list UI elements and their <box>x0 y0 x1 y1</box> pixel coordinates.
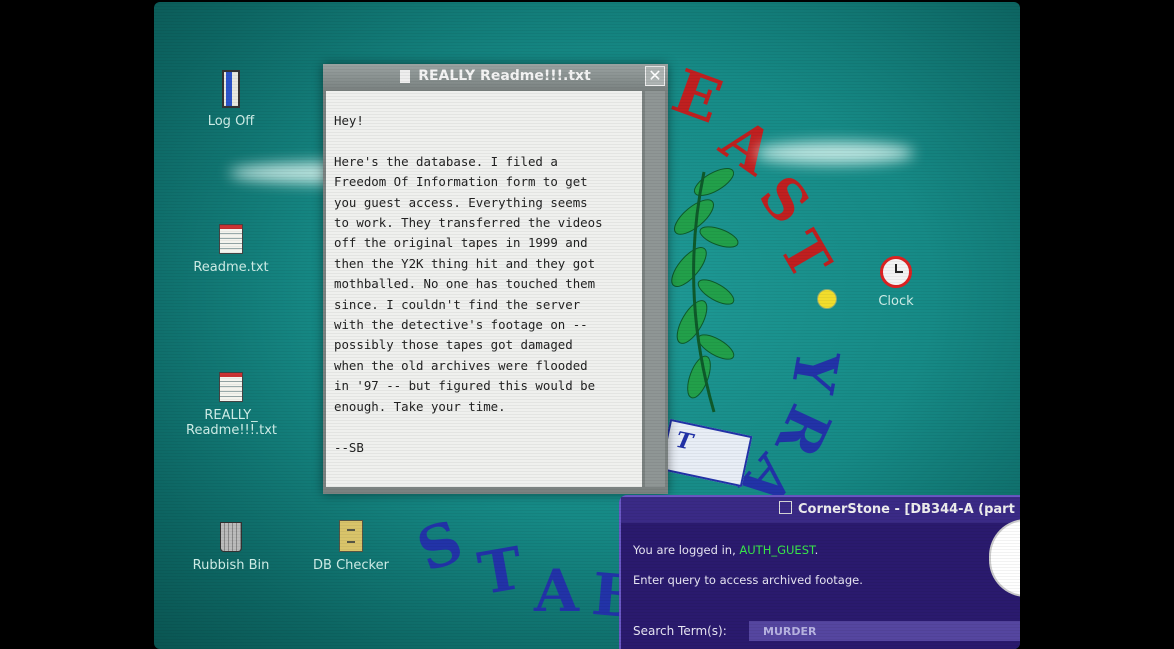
desktop-icon-label-line2: Readme!!!.txt <box>186 423 277 438</box>
cornerstone-title: CornerStone - [DB344-A (part <box>798 502 1015 517</box>
notepad-icon <box>219 372 243 402</box>
login-status: You are logged in, AUTH_GUEST. <box>633 543 818 557</box>
desktop-icon-log-off[interactable]: Log Off <box>186 70 276 129</box>
desktop-icon-label: REALLY_ <box>204 408 258 423</box>
readme-title: REALLY Readme!!!.txt <box>418 68 591 84</box>
clock-icon <box>880 256 912 288</box>
login-suffix: . <box>814 543 819 557</box>
desktop-icon-label: Clock <box>878 294 914 309</box>
readme-text: Hey! Here's the database. I filed a Free… <box>326 91 642 487</box>
readme-window[interactable]: REALLY Readme!!!.txt ✕ Hey! Here's the d… <box>323 64 668 494</box>
desktop-icon-rubbish-bin[interactable]: Rubbish Bin <box>186 522 276 573</box>
agency-logo <box>989 519 1020 597</box>
seal-letter-t2: T <box>473 533 528 609</box>
yellow-dot <box>817 289 837 309</box>
seal-ribbon-text: T <box>673 426 695 456</box>
search-label: Search Term(s): <box>633 624 727 638</box>
seal-letter-a3: A <box>534 557 580 625</box>
seal-letter-y: Y <box>777 344 852 398</box>
desktop-icon-label: Readme.txt <box>193 260 269 275</box>
username: AUTH_GUEST <box>739 543 815 557</box>
search-row: Search Term(s): <box>633 621 1020 641</box>
screen-glare-right <box>754 142 914 164</box>
crt-screen: E A S T Y R A S T A B T Log Off Readme.t… <box>154 2 1020 649</box>
desktop-icon-label: Log Off <box>207 114 255 129</box>
cornerstone-titlebar[interactable]: CornerStone - [DB344-A (part <box>621 497 1020 523</box>
login-prefix: You are logged in, <box>633 543 740 557</box>
document-icon <box>400 69 411 83</box>
desktop-icon-db-checker[interactable]: DB Checker <box>306 520 396 573</box>
search-input[interactable] <box>749 621 1020 641</box>
trash-icon <box>220 522 242 552</box>
cabinet-icon <box>339 520 363 552</box>
seal-letter-r: R <box>762 394 845 468</box>
desktop-icon-really-readme[interactable]: REALLY_ Readme!!!.txt <box>186 372 277 438</box>
seal-letter-s2: S <box>408 506 472 586</box>
desktop-icon-label: DB Checker <box>313 558 389 573</box>
readme-titlebar[interactable]: REALLY Readme!!!.txt ✕ <box>323 64 668 88</box>
desktop-icon-readme[interactable]: Readme.txt <box>186 224 276 275</box>
close-button[interactable]: ✕ <box>645 66 665 86</box>
seal-letter-e: E <box>663 56 731 138</box>
door-icon <box>222 70 240 108</box>
desktop-icon-clock[interactable]: Clock <box>851 256 941 309</box>
seal-letter-s: S <box>745 163 823 237</box>
notepad-icon <box>219 224 243 254</box>
query-instruction: Enter query to access archived footage. <box>633 573 863 587</box>
readme-scrollbar[interactable] <box>645 91 665 487</box>
desktop-icon-label: Rubbish Bin <box>192 558 270 573</box>
cornerstone-window[interactable]: CornerStone - [DB344-A (part You are log… <box>619 495 1020 649</box>
window-icon <box>779 501 792 514</box>
